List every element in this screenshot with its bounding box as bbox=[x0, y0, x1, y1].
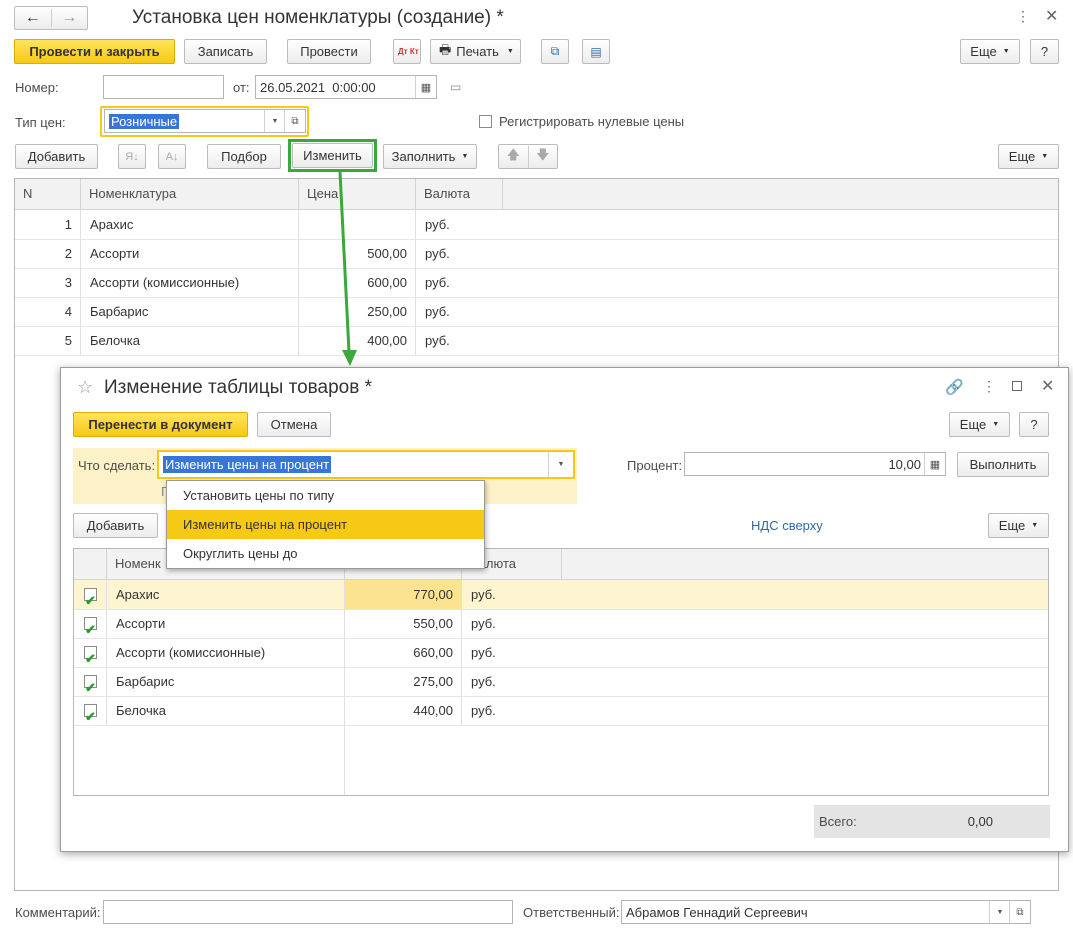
chevron-down-icon: ▼ bbox=[1031, 522, 1039, 529]
row-check: ✔ bbox=[74, 609, 107, 638]
row-currency: руб. bbox=[471, 703, 496, 718]
percent-label: Процент: bbox=[627, 458, 683, 473]
calculator-icon[interactable]: ▦ bbox=[924, 453, 945, 475]
row-currency: руб. bbox=[471, 674, 496, 689]
dialog-help-button[interactable]: ? bbox=[1019, 412, 1049, 437]
row-checkbox[interactable]: ✔ bbox=[84, 704, 97, 724]
dialog-row[interactable]: ✔ Барбарис 275,00 руб. bbox=[74, 667, 1048, 697]
more-label: Еще bbox=[959, 417, 987, 432]
row-currency: руб. bbox=[471, 587, 496, 602]
dialog-add-button[interactable]: Добавить bbox=[73, 513, 158, 538]
dialog-more2-button[interactable]: Еще ▼ bbox=[988, 513, 1049, 538]
maximize-icon[interactable] bbox=[1012, 381, 1022, 391]
total-label: Всего: bbox=[819, 814, 857, 829]
action-field[interactable]: Изменить цены на процент ▼ bbox=[157, 450, 575, 479]
row-check: ✔ bbox=[74, 638, 107, 667]
dialog-row[interactable]: ✔ Ассорти (комиссионные) 660,00 руб. bbox=[74, 638, 1048, 668]
star-icon[interactable]: ☆ bbox=[77, 377, 93, 398]
row-price[interactable]: 770,00 bbox=[345, 580, 462, 609]
row-price[interactable]: 440,00 bbox=[345, 696, 462, 725]
row-price[interactable]: 550,00 bbox=[345, 609, 462, 638]
dialog-row[interactable]: ✔ Ассорти 550,00 руб. bbox=[74, 609, 1048, 639]
action-dropdown: Установить цены по типу Изменить цены на… bbox=[166, 480, 485, 569]
action-label: Что сделать: bbox=[78, 458, 156, 473]
dialog-close-icon[interactable]: ✕ bbox=[1041, 376, 1054, 396]
chevron-down-icon[interactable]: ▼ bbox=[548, 452, 573, 477]
row-check: ✔ bbox=[74, 696, 107, 725]
vat-link[interactable]: НДС сверху bbox=[751, 518, 823, 533]
more-label: Еще bbox=[998, 518, 1026, 533]
dropdown-option[interactable]: Установить цены по типу bbox=[167, 481, 484, 510]
dialog-row[interactable]: ✔ Белочка 440,00 руб. bbox=[74, 696, 1048, 726]
change-table-dialog: ☆ Изменение таблицы товаров * 🔗 ⋮ ✕ Пере… bbox=[60, 367, 1069, 852]
dropdown-option[interactable]: Округлить цены до bbox=[167, 539, 484, 568]
row-check: ✔ bbox=[74, 580, 107, 609]
dialog-menu-icon[interactable]: ⋮ bbox=[982, 378, 996, 395]
check-icon: ✔ bbox=[85, 709, 96, 724]
total-box: Всего: 0,00 bbox=[814, 805, 1050, 838]
dialog-table[interactable]: Номенк Валюта ✔ Арахис 770,00 руб. ✔ Асс… bbox=[73, 548, 1049, 796]
row-checkbox[interactable]: ✔ bbox=[84, 617, 97, 637]
execute-button[interactable]: Выполнить bbox=[957, 452, 1049, 477]
row-name: Ассорти (комиссионные) bbox=[107, 638, 345, 667]
dropdown-option-selected[interactable]: Изменить цены на процент bbox=[167, 510, 484, 539]
row-name: Барбарис bbox=[107, 667, 345, 696]
dialog-title: Изменение таблицы товаров * bbox=[104, 377, 373, 398]
row-name: Белочка bbox=[107, 696, 345, 725]
percent-value: 10,00 bbox=[888, 456, 921, 472]
cancel-button[interactable]: Отмена bbox=[257, 412, 331, 437]
percent-field[interactable]: 10,00 ▦ bbox=[684, 452, 946, 476]
col-check[interactable] bbox=[74, 549, 107, 579]
transfer-button[interactable]: Перенести в документ bbox=[73, 412, 248, 437]
total-value: 0,00 bbox=[967, 814, 993, 829]
row-price[interactable]: 275,00 bbox=[345, 667, 462, 696]
row-name: Ассорти bbox=[107, 609, 345, 638]
row-check: ✔ bbox=[74, 667, 107, 696]
row-currency: руб. bbox=[471, 645, 496, 660]
dialog-row[interactable]: ✔ Арахис 770,00 руб. bbox=[74, 580, 1048, 610]
row-price[interactable]: 660,00 bbox=[345, 638, 462, 667]
action-value: Изменить цены на процент bbox=[163, 456, 332, 473]
row-currency: руб. bbox=[471, 616, 496, 631]
row-checkbox[interactable]: ✔ bbox=[84, 588, 97, 608]
column-divider bbox=[344, 725, 345, 795]
row-name: Арахис bbox=[107, 580, 345, 609]
link-icon[interactable]: 🔗 bbox=[945, 378, 964, 396]
row-checkbox[interactable]: ✔ bbox=[84, 646, 97, 666]
chevron-down-icon: ▼ bbox=[992, 421, 1000, 428]
dialog-more-button[interactable]: Еще ▼ bbox=[949, 412, 1010, 437]
row-checkbox[interactable]: ✔ bbox=[84, 675, 97, 695]
